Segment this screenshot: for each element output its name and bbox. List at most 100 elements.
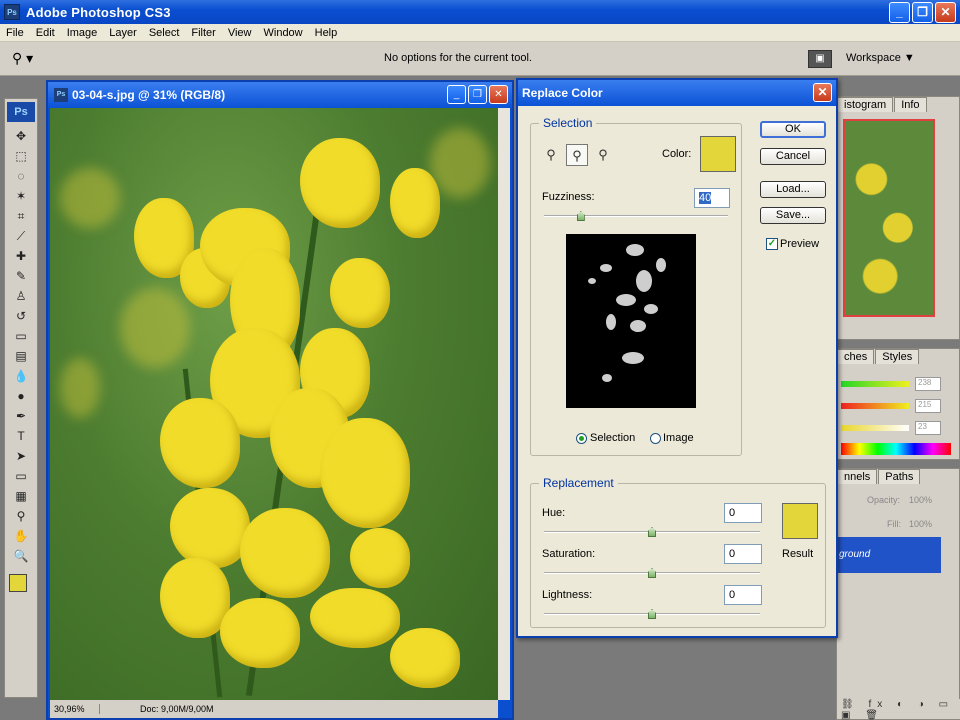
photoshop-app-icon: Ps — [4, 4, 20, 20]
zoom-tool-icon[interactable]: 🔍 — [6, 546, 36, 566]
tab-info[interactable]: Info — [894, 97, 927, 112]
layer-background[interactable]: ground — [837, 537, 941, 573]
pen-tool-icon[interactable]: ✒ — [6, 406, 36, 426]
dodge-tool-icon[interactable]: ● — [6, 386, 36, 406]
doc-size-info[interactable]: Doc: 9,00M/9,00M — [100, 704, 214, 714]
radio-selection[interactable] — [576, 433, 587, 444]
bridge-icon[interactable]: ▣ — [808, 50, 832, 68]
replacement-legend: Replacement — [543, 476, 614, 490]
ok-button[interactable]: OK — [760, 121, 826, 138]
layers-panel: nnels Paths Opacity: 100% Fill: 100% grou… — [836, 468, 960, 720]
close-button[interactable]: ✕ — [935, 2, 956, 23]
tab-paths[interactable]: Paths — [878, 469, 921, 484]
slice-tool-icon[interactable]: ⟋ — [6, 226, 36, 246]
restore-button[interactable]: ❐ — [912, 2, 933, 23]
result-color-swatch[interactable] — [782, 503, 818, 539]
result-label: Result — [782, 548, 814, 560]
hue-input[interactable]: 0 — [724, 503, 762, 523]
menu-help[interactable]: Help — [309, 27, 344, 39]
brush-tool-icon[interactable]: ✎ — [6, 266, 36, 286]
crop-tool-icon[interactable]: ⌗ — [6, 206, 36, 226]
fuzziness-label: Fuzziness: — [542, 191, 595, 203]
magic-wand-tool-icon[interactable]: ✶ — [6, 186, 36, 206]
load-button[interactable]: Load... — [760, 181, 826, 198]
doc-minimize-button[interactable]: _ — [447, 85, 466, 104]
menu-select[interactable]: Select — [143, 27, 186, 39]
document-vertical-scrollbar[interactable] — [498, 108, 510, 700]
green-value[interactable]: 215 — [915, 399, 941, 413]
hue-label: Hue: — [542, 507, 566, 519]
blur-tool-icon[interactable]: 💧 — [6, 366, 36, 386]
tab-styles[interactable]: Styles — [875, 349, 920, 364]
red-slider-row[interactable]: 238 — [841, 377, 957, 391]
layers-footer-icons[interactable]: ⛓ fx ◐ ◑ ▭ ▣ 🗑 — [837, 699, 960, 720]
navigator-thumbnail[interactable] — [843, 119, 935, 317]
fuzziness-slider[interactable] — [544, 215, 728, 217]
clone-stamp-tool-icon[interactable]: ♙ — [6, 286, 36, 306]
selection-preview-image[interactable] — [566, 234, 696, 408]
workspace-menu[interactable]: Workspace ▼ — [846, 52, 915, 64]
saturation-input[interactable]: 0 — [724, 544, 762, 564]
app-title: Adobe Photoshop CS3 — [26, 4, 171, 20]
blue-value[interactable]: 23 — [915, 421, 941, 435]
subtract-from-sample-icon[interactable]: ⚲ — [592, 144, 614, 166]
minimize-button[interactable]: _ — [889, 2, 910, 23]
eyedropper-tool-icon[interactable]: ⚲ — [6, 506, 36, 526]
eyedropper-preset-icon[interactable]: ⚲ ▾ — [12, 50, 42, 68]
doc-close-button[interactable]: ✕ — [489, 85, 508, 104]
gradient-tool-icon[interactable]: ▤ — [6, 346, 36, 366]
selection-legend: Selection — [543, 116, 593, 130]
eyedropper-icon[interactable]: ⚲ — [540, 144, 562, 166]
zoom-level[interactable]: 30,96% — [50, 704, 100, 714]
tab-swatches[interactable]: ches — [837, 349, 875, 364]
menu-filter[interactable]: Filter — [185, 27, 221, 39]
add-to-sample-icon[interactable]: ⚲ — [566, 144, 588, 166]
menu-edit[interactable]: Edit — [30, 27, 61, 39]
preview-label[interactable]: Preview — [780, 238, 819, 250]
red-value[interactable]: 238 — [915, 377, 941, 391]
preview-checkbox[interactable]: ✓ — [766, 238, 778, 250]
blue-slider-row[interactable]: 23 — [841, 421, 957, 435]
shape-tool-icon[interactable]: ▭ — [6, 466, 36, 486]
doc-restore-button[interactable]: ❐ — [468, 85, 487, 104]
app-title-bar: Ps Adobe Photoshop CS3 _ ❐ ✕ — [0, 0, 960, 24]
green-slider-row[interactable]: 215 — [841, 399, 957, 413]
menu-image[interactable]: Image — [61, 27, 104, 39]
lasso-tool-icon[interactable]: ◌ — [6, 166, 36, 186]
color-panel: ches Styles 238 215 23 — [836, 348, 960, 460]
fill-label: Fill: — [887, 519, 901, 529]
history-brush-tool-icon[interactable]: ↺ — [6, 306, 36, 326]
type-tool-icon[interactable]: T — [6, 426, 36, 446]
path-selection-tool-icon[interactable]: ➤ — [6, 446, 36, 466]
menu-view[interactable]: View — [222, 27, 258, 39]
tab-channels[interactable]: nnels — [837, 469, 878, 484]
save-button[interactable]: Save... — [760, 207, 826, 224]
tab-histogram[interactable]: istogram — [837, 97, 894, 112]
image-canvas[interactable] — [50, 108, 498, 700]
menu-layer[interactable]: Layer — [103, 27, 143, 39]
menu-file[interactable]: File — [0, 27, 30, 39]
document-title-bar: Ps 03-04-s.jpg @ 31% (RGB/8) _ ❐ ✕ — [48, 82, 512, 108]
eraser-tool-icon[interactable]: ▭ — [6, 326, 36, 346]
radio-selection-label[interactable]: Selection — [590, 432, 635, 444]
saturation-label: Saturation: — [542, 548, 596, 560]
marquee-tool-icon[interactable]: ⬚ — [6, 146, 36, 166]
dialog-title: Replace Color — [518, 80, 836, 106]
radio-image-label[interactable]: Image — [663, 432, 694, 444]
opacity-value[interactable]: 100% — [909, 495, 932, 505]
dialog-close-button[interactable]: ✕ — [813, 83, 832, 102]
selection-color-swatch[interactable] — [700, 136, 736, 172]
fuzziness-input[interactable]: 40 — [694, 188, 730, 208]
options-message: No options for the current tool. — [384, 52, 532, 64]
fill-value[interactable]: 100% — [909, 519, 932, 529]
cancel-button[interactable]: Cancel — [760, 148, 826, 165]
color-spectrum-bar[interactable] — [841, 443, 951, 455]
notes-tool-icon[interactable]: ▦ — [6, 486, 36, 506]
healing-brush-tool-icon[interactable]: ✚ — [6, 246, 36, 266]
radio-image[interactable] — [650, 433, 661, 444]
lightness-input[interactable]: 0 — [724, 585, 762, 605]
move-tool-icon[interactable]: ✥ — [6, 126, 36, 146]
foreground-color-swatch[interactable] — [9, 574, 27, 592]
hand-tool-icon[interactable]: ✋ — [6, 526, 36, 546]
menu-window[interactable]: Window — [258, 27, 309, 39]
